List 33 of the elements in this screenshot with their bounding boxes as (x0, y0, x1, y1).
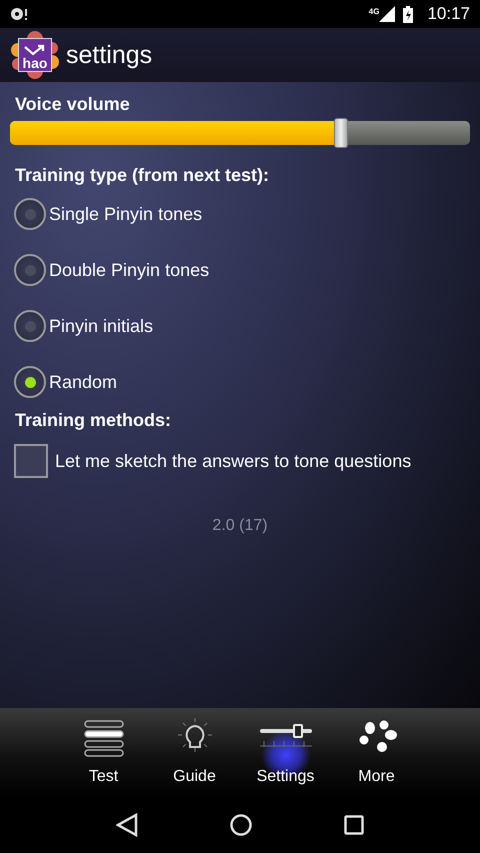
network-type: 4G (368, 7, 380, 16)
clock: 10:17 (427, 4, 470, 24)
section-heading: Training type (from next test): (14, 165, 270, 186)
list-icon (82, 718, 124, 758)
back-icon[interactable] (116, 813, 138, 837)
radio-button[interactable] (14, 198, 46, 230)
radio-button[interactable] (14, 366, 46, 398)
nav-tab[interactable]: Test (58, 708, 149, 797)
section-heading: Training methods: (14, 410, 172, 431)
volume-label: Voice volume (14, 94, 131, 115)
trend-arrow-icon (23, 44, 47, 56)
volume-slider[interactable] (10, 121, 470, 145)
signal-icon (379, 6, 396, 22)
nav-tab[interactable]: Guide (149, 708, 240, 797)
notification-icon (10, 7, 28, 21)
radio-button[interactable] (14, 254, 46, 286)
version-text: 2.0 (17) (211, 517, 269, 535)
home-icon[interactable] (230, 814, 252, 836)
option-label[interactable]: Single Pinyin tones (49, 204, 202, 224)
option-label[interactable]: Pinyin initials (49, 316, 154, 336)
recents-icon[interactable] (344, 815, 364, 835)
nav-tab[interactable]: Settings (240, 708, 331, 797)
slider-thumb[interactable] (334, 118, 348, 148)
radio-button[interactable] (14, 310, 46, 342)
checkbox[interactable] (14, 444, 48, 478)
screen-title: settings (66, 40, 152, 70)
option-label[interactable]: Double Pinyin tones (49, 260, 210, 280)
nav-tab[interactable]: More (331, 708, 422, 797)
option-label[interactable]: Random (49, 372, 118, 392)
logo-text: hao (22, 56, 48, 71)
battery-icon (403, 6, 414, 22)
option-label[interactable]: Let me sketch the answers to tone questions (55, 450, 412, 472)
slider-icon (258, 722, 314, 748)
